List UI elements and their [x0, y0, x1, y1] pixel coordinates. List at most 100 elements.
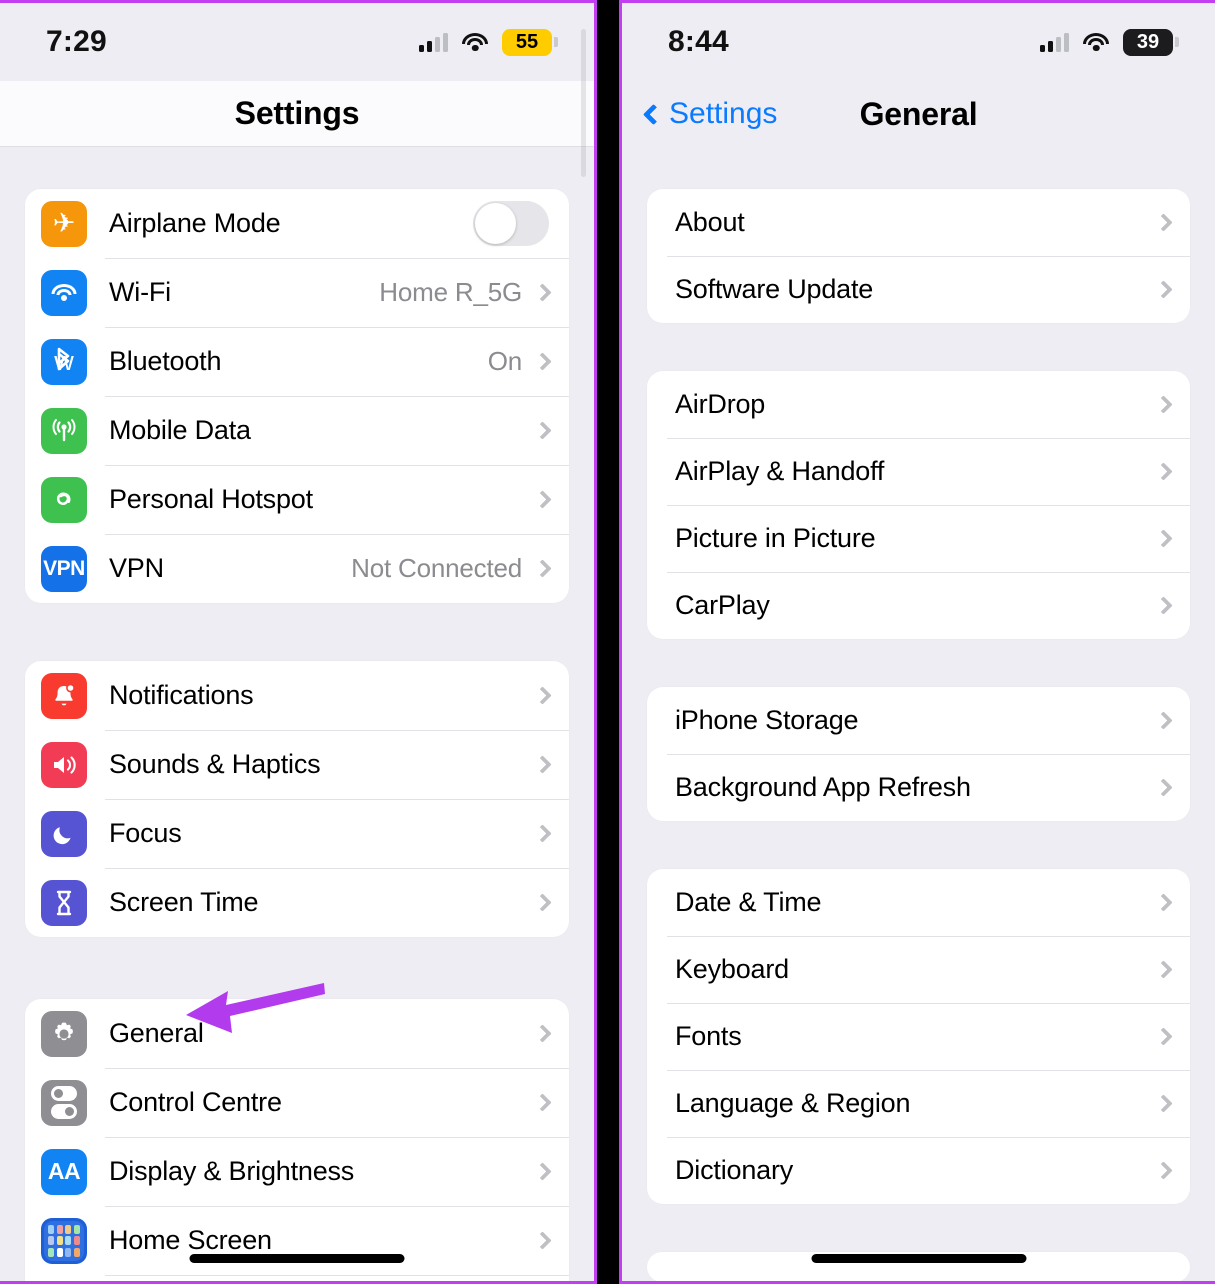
list-item-label: Airplane Mode — [109, 208, 281, 238]
airplane-icon: ✈ — [41, 200, 87, 247]
list-item-notifications[interactable]: Notifications — [25, 661, 569, 730]
panel-divider — [597, 0, 619, 1284]
speaker-icon — [41, 741, 87, 788]
list-item-label: Language & Region — [675, 1088, 911, 1118]
list-item-sounds-haptics[interactable]: Sounds & Haptics — [25, 730, 569, 799]
list-item-language-region[interactable]: Language & Region — [647, 1070, 1190, 1137]
list-item-screen-time[interactable]: Screen Time — [25, 868, 569, 937]
chevron-right-icon — [533, 1162, 552, 1181]
chevron-right-icon — [533, 686, 552, 705]
list-item-iphone-storage[interactable]: iPhone Storage — [647, 687, 1190, 754]
display-aa-icon: AA — [41, 1148, 87, 1195]
list-item-keyboard[interactable]: Keyboard — [647, 936, 1190, 1003]
list-item-airplane-mode[interactable]: ✈ Airplane Mode — [25, 189, 569, 258]
control-centre-icon — [41, 1079, 87, 1126]
list-item-general[interactable]: General — [25, 999, 569, 1068]
list-item-dictionary[interactable]: Dictionary — [647, 1137, 1190, 1204]
airplane-mode-toggle[interactable] — [473, 201, 549, 246]
list-item-carplay[interactable]: CarPlay — [647, 572, 1190, 639]
screenshot-stage: 7:29 55 Settings ✈ Airplane Mode Wi-Fi H… — [0, 0, 1215, 1284]
list-item-label: Fonts — [675, 1021, 742, 1051]
list-item-background-app-refresh[interactable]: Background App Refresh — [647, 754, 1190, 821]
chevron-right-icon — [533, 755, 552, 774]
list-item-label: Background App Refresh — [675, 772, 971, 802]
list-item-home-screen[interactable]: Home Screen — [25, 1206, 569, 1275]
list-item-about[interactable]: About — [647, 189, 1190, 256]
right-phone-panel: 8:44 39 Settings General About Software … — [619, 0, 1215, 1284]
cellular-tower-icon — [41, 407, 87, 454]
list-item-focus[interactable]: Focus — [25, 799, 569, 868]
list-item-vpn[interactable]: VPN VPN Not Connected — [25, 534, 569, 603]
list-item-label: Display & Brightness — [109, 1156, 355, 1186]
list-item-label: Personal Hotspot — [109, 484, 313, 514]
home-indicator — [811, 1254, 1026, 1263]
list-item-label: Keyboard — [675, 954, 789, 984]
chevron-right-icon — [1154, 462, 1173, 481]
list-item-bluetooth[interactable]: w Bluetooth On — [25, 327, 569, 396]
battery-indicator: 39 — [1123, 28, 1173, 56]
left-settings-list: ✈ Airplane Mode Wi-Fi Home R_5G w Blueto… — [0, 147, 594, 1281]
chevron-right-icon — [1154, 1027, 1173, 1046]
settings-group-system: General Control Centre AA Display & Brig… — [25, 999, 569, 1281]
list-item-wifi[interactable]: Wi-Fi Home R_5G — [25, 258, 569, 327]
chevron-right-icon — [1154, 395, 1173, 414]
hotspot-link-icon — [41, 476, 87, 523]
list-item-label: Wi-Fi — [109, 277, 171, 307]
moon-icon — [41, 810, 87, 857]
wifi-icon — [1083, 32, 1109, 52]
list-item-airdrop[interactable]: AirDrop — [647, 371, 1190, 438]
back-button-label: Settings — [669, 97, 778, 130]
list-item-label: iPhone Storage — [675, 705, 859, 735]
list-item-value: Not Connected — [351, 553, 522, 583]
list-item-fonts[interactable]: Fonts — [647, 1003, 1190, 1070]
list-item-label: CarPlay — [675, 590, 770, 620]
chevron-left-icon — [642, 103, 665, 125]
list-item-personal-hotspot[interactable]: Personal Hotspot — [25, 465, 569, 534]
list-item-airplay-handoff[interactable]: AirPlay & Handoff — [647, 438, 1190, 505]
list-item-date-time[interactable]: Date & Time — [647, 869, 1190, 936]
list-item-partial-next[interactable] — [25, 1275, 569, 1281]
left-nav-bar: Settings — [0, 81, 594, 147]
list-item-label: Focus — [109, 818, 182, 848]
scrollbar-indicator[interactable] — [581, 29, 586, 177]
chevron-right-icon — [533, 824, 552, 843]
hourglass-icon — [41, 879, 87, 926]
settings-group-localization: Date & Time Keyboard Fonts Language & Re… — [647, 869, 1190, 1204]
list-item-label: Screen Time — [109, 887, 259, 917]
list-item-label: General — [109, 1018, 204, 1048]
list-item-control-centre[interactable]: Control Centre — [25, 1068, 569, 1137]
chevron-right-icon — [533, 352, 552, 371]
list-item-label: Dictionary — [675, 1155, 794, 1185]
vpn-icon: VPN — [41, 545, 87, 592]
chevron-right-icon — [533, 421, 552, 440]
cellular-bars-icon — [1040, 32, 1069, 52]
battery-indicator: 55 — [502, 28, 552, 56]
list-item-label: AirDrop — [675, 389, 766, 419]
chevron-right-icon — [1154, 960, 1173, 979]
chevron-right-icon — [533, 1093, 552, 1112]
list-item-value: On — [487, 346, 522, 376]
list-item-picture-in-picture[interactable]: Picture in Picture — [647, 505, 1190, 572]
general-settings-list: About Software Update AirDrop AirPlay & … — [622, 147, 1215, 1281]
back-button[interactable]: Settings — [642, 97, 778, 131]
chevron-right-icon — [1154, 711, 1173, 730]
settings-group-connectivity: ✈ Airplane Mode Wi-Fi Home R_5G w Blueto… — [25, 189, 569, 603]
chevron-right-icon — [1154, 213, 1173, 232]
chevron-right-icon — [1154, 893, 1173, 912]
page-title: Settings — [234, 95, 360, 131]
list-item-software-update[interactable]: Software Update — [647, 256, 1190, 323]
list-item-label: VPN — [109, 553, 164, 583]
list-item-label: Bluetooth — [109, 346, 222, 376]
chevron-right-icon — [533, 1231, 552, 1250]
list-item-mobile-data[interactable]: Mobile Data — [25, 396, 569, 465]
right-status-indicators: 39 — [1040, 28, 1173, 56]
list-item-display-brightness[interactable]: AA Display & Brightness — [25, 1137, 569, 1206]
bluetooth-icon: w — [41, 338, 87, 385]
settings-group-sharing: AirDrop AirPlay & Handoff Picture in Pic… — [647, 371, 1190, 639]
page-title: General — [859, 95, 978, 132]
right-nav-bar: Settings General — [622, 81, 1215, 147]
chevron-right-icon — [1154, 529, 1173, 548]
home-screen-grid-icon — [41, 1217, 87, 1264]
list-item-value: Home R_5G — [379, 277, 522, 307]
list-item-label: Mobile Data — [109, 415, 251, 445]
